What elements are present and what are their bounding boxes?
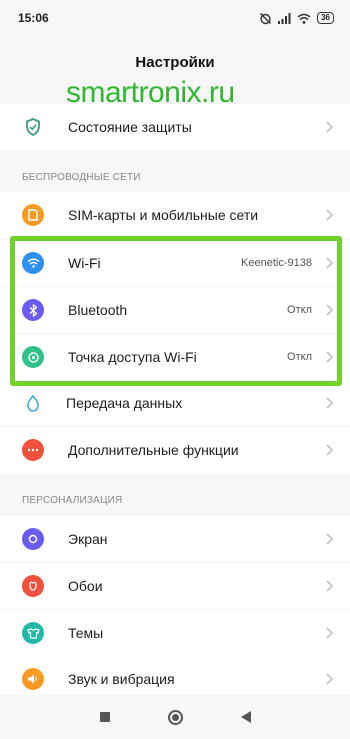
brightness-icon bbox=[22, 528, 44, 550]
row-label: Состояние защиты bbox=[68, 119, 192, 135]
section-personalization: ПЕРСОНАЛИЗАЦИЯ bbox=[22, 495, 123, 506]
row-wallpaper[interactable]: Обои bbox=[0, 563, 350, 609]
row-bluetooth[interactable]: Bluetooth Откл bbox=[0, 287, 350, 333]
row-protection[interactable]: Состояние защиты bbox=[0, 104, 350, 150]
data-drop-icon bbox=[22, 392, 44, 414]
hotspot-icon bbox=[22, 346, 44, 368]
battery-icon: 36 bbox=[317, 12, 334, 24]
status-icons: 36 bbox=[259, 12, 334, 25]
chevron-right-icon bbox=[326, 257, 334, 269]
row-value: Keenetic-9138 bbox=[241, 257, 312, 269]
home-button[interactable] bbox=[167, 709, 183, 725]
row-label: Передача данных bbox=[66, 395, 183, 411]
row-label: Обои bbox=[68, 578, 103, 594]
row-label: Bluetooth bbox=[68, 302, 128, 318]
chevron-right-icon bbox=[326, 397, 334, 409]
row-label: Темы bbox=[68, 625, 104, 641]
sim-icon bbox=[22, 204, 44, 226]
row-label: Точка доступа Wi-Fi bbox=[68, 349, 197, 365]
section-wireless: БЕСПРОВОДНЫЕ СЕТИ bbox=[22, 172, 141, 183]
themes-icon bbox=[22, 622, 44, 644]
row-data[interactable]: Передача данных bbox=[0, 380, 350, 426]
back-button[interactable] bbox=[240, 711, 251, 723]
row-label: Экран bbox=[68, 531, 108, 547]
row-value: Откл bbox=[287, 351, 312, 363]
chevron-right-icon bbox=[326, 580, 334, 592]
bluetooth-icon bbox=[22, 299, 44, 321]
chevron-right-icon bbox=[326, 121, 334, 133]
chevron-right-icon bbox=[326, 444, 334, 456]
chevron-right-icon bbox=[326, 533, 334, 545]
speaker-icon bbox=[22, 668, 44, 690]
row-screen[interactable]: Экран bbox=[0, 516, 350, 562]
chevron-right-icon bbox=[326, 304, 334, 316]
recents-button[interactable] bbox=[99, 712, 110, 722]
watermark-text: smartronix.ru bbox=[66, 76, 235, 109]
status-bar: 15:06 36 bbox=[0, 0, 350, 36]
wifi-status-icon bbox=[297, 13, 311, 24]
row-label: SIM-карты и мобильные сети bbox=[68, 207, 259, 223]
row-sim[interactable]: SIM-карты и мобильные сети bbox=[0, 192, 350, 238]
chevron-right-icon bbox=[326, 209, 334, 221]
row-label: Дополнительные функции bbox=[68, 442, 239, 458]
alarm-off-icon bbox=[260, 12, 272, 24]
flower-icon bbox=[22, 575, 44, 597]
row-themes[interactable]: Темы bbox=[0, 610, 350, 656]
row-extra[interactable]: Дополнительные функции bbox=[0, 427, 350, 473]
row-label: Звук и вибрация bbox=[68, 671, 175, 687]
row-label: Wi-Fi bbox=[68, 255, 101, 271]
more-dots-icon bbox=[22, 439, 44, 461]
row-value: Откл bbox=[287, 304, 312, 316]
row-hotspot[interactable]: Точка доступа Wi-Fi Откл bbox=[0, 334, 350, 380]
row-wifi[interactable]: Wi-Fi Keenetic-9138 bbox=[0, 240, 350, 286]
navigation-bar bbox=[0, 695, 350, 739]
chevron-right-icon bbox=[326, 627, 334, 639]
wifi-icon bbox=[22, 252, 44, 274]
status-time: 15:06 bbox=[18, 11, 49, 25]
shield-icon bbox=[22, 116, 44, 138]
signal-icon bbox=[278, 12, 291, 24]
chevron-right-icon bbox=[326, 351, 334, 363]
chevron-right-icon bbox=[326, 673, 334, 685]
